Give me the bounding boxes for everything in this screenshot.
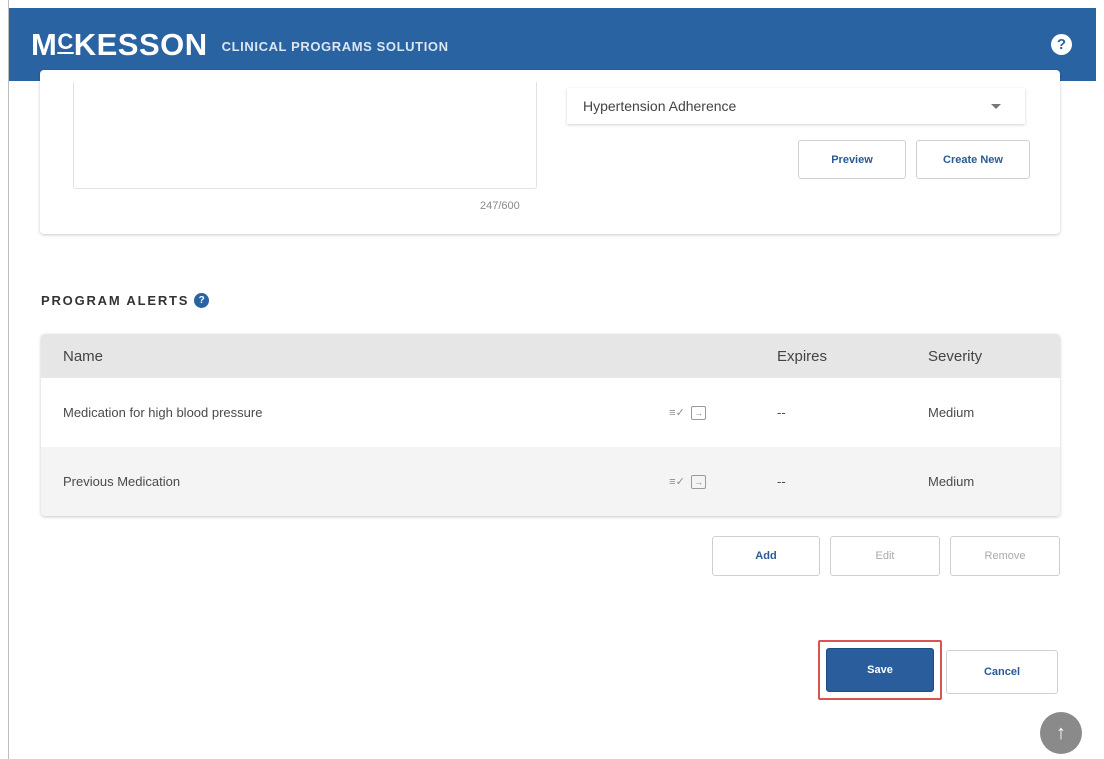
program-alerts-heading: PROGRAM ALERTS ?	[41, 293, 210, 308]
question-circle-icon[interactable]: ?	[194, 293, 210, 308]
alert-name: Medication for high blood pressure	[63, 405, 263, 420]
character-count: 247/600	[480, 200, 520, 212]
help-icon[interactable]: ?	[1051, 34, 1072, 55]
list-check-icon[interactable]: ≡✓	[669, 406, 685, 420]
template-dropdown[interactable]: Hypertension Adherence	[567, 88, 1025, 124]
alert-name: Previous Medication	[63, 474, 181, 489]
program-alerts-table: Name Expires Severity Medication for hig…	[41, 334, 1060, 516]
create-new-button[interactable]: Create New	[916, 140, 1030, 179]
scroll-to-top-icon[interactable]: ↑	[1040, 712, 1082, 754]
alert-severity: Medium	[928, 474, 975, 489]
add-alert-button[interactable]: Add	[712, 536, 820, 576]
save-button[interactable]: Save	[826, 648, 934, 692]
edit-alert-button[interactable]: Edit	[830, 536, 940, 576]
table-row[interactable]: Previous Medication ≡✓ → -- Medium	[41, 447, 1060, 516]
alert-expires: --	[777, 474, 786, 489]
content-card: 247/600 Hypertension Adherence Preview C…	[40, 70, 1060, 234]
mckesson-logo: MCKESSON	[31, 26, 208, 62]
row-icons: ≡✓ →	[669, 447, 706, 516]
table-header: Name Expires Severity	[41, 334, 1060, 378]
template-dropdown-value: Hypertension Adherence	[583, 98, 737, 114]
alert-severity: Medium	[928, 405, 975, 420]
program-alerts-title: PROGRAM ALERTS	[41, 293, 190, 308]
remove-alert-button[interactable]: Remove	[950, 536, 1060, 576]
column-header-severity[interactable]: Severity	[928, 334, 982, 378]
caret-down-icon	[991, 103, 1001, 109]
cancel-button[interactable]: Cancel	[946, 650, 1058, 694]
list-check-icon[interactable]: ≡✓	[669, 475, 685, 489]
alert-expires: --	[777, 405, 786, 420]
table-row[interactable]: Medication for high blood pressure ≡✓ → …	[41, 378, 1060, 447]
column-header-name[interactable]: Name	[63, 334, 103, 378]
row-icons: ≡✓ →	[669, 378, 706, 447]
column-header-expires[interactable]: Expires	[777, 334, 827, 378]
enter-arrow-icon[interactable]: →	[691, 474, 706, 489]
enter-arrow-icon[interactable]: →	[691, 405, 706, 420]
preview-button[interactable]: Preview	[798, 140, 906, 179]
window-left-border	[8, 0, 9, 759]
product-name: CLINICAL PROGRAMS SOLUTION	[221, 38, 449, 54]
message-textarea[interactable]	[73, 82, 537, 189]
